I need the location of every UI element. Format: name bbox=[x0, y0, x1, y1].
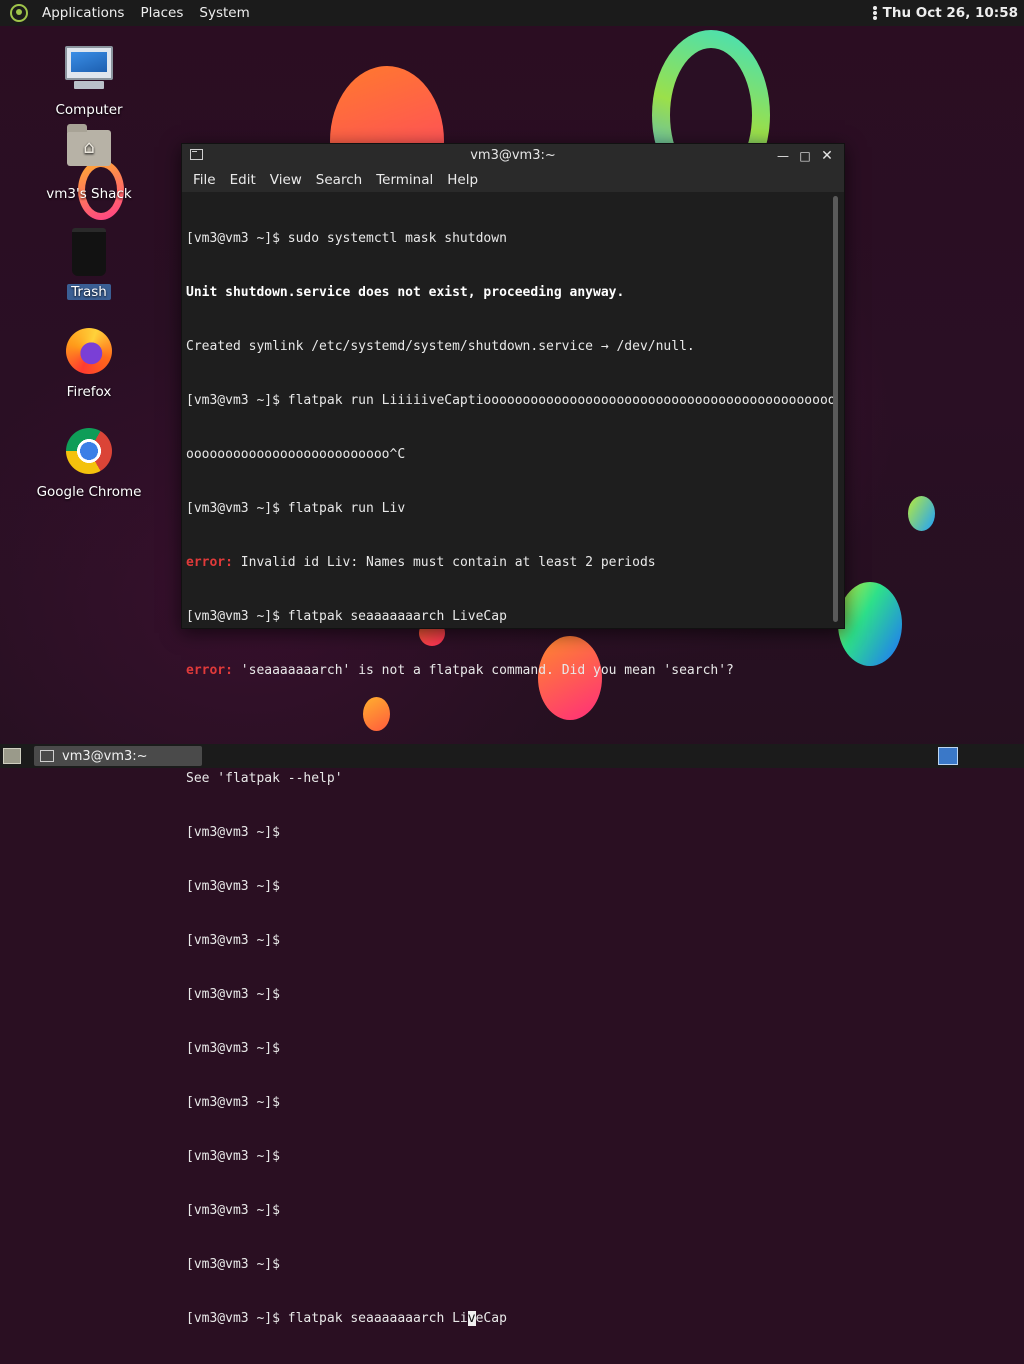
panel-tray: Thu Oct 26, 10:58 bbox=[872, 0, 1018, 26]
menu-file[interactable]: File bbox=[186, 172, 223, 188]
desktop-icon-label: Computer bbox=[55, 102, 123, 118]
desktop-icon-trash[interactable]: Trash bbox=[34, 226, 144, 300]
error-prefix: error: bbox=[186, 663, 233, 678]
terminal-line: [vm3@vm3 ~]$ bbox=[186, 1041, 280, 1056]
terminal-line: error: Invalid id Liv: Names must contai… bbox=[186, 555, 656, 570]
terminal-line: [vm3@vm3 ~]$ flatpak run LiiiiiveCaptioo… bbox=[186, 393, 836, 408]
home-folder-icon: ⌂ bbox=[64, 124, 114, 180]
desktop-icon-label: Google Chrome bbox=[36, 484, 142, 500]
terminal-line: [vm3@vm3 ~]$ flatpak seaaaaaaarch LiveCa… bbox=[186, 609, 507, 624]
chrome-icon bbox=[64, 428, 114, 478]
computer-icon bbox=[64, 46, 114, 96]
minimize-button[interactable]: — bbox=[774, 147, 792, 165]
terminal-icon bbox=[40, 750, 54, 762]
terminal-line: See 'flatpak --help' bbox=[186, 771, 343, 786]
menu-search[interactable]: Search bbox=[309, 172, 369, 188]
terminal-line: [vm3@vm3 ~]$ bbox=[186, 1203, 280, 1218]
maximize-button[interactable]: □ bbox=[796, 147, 814, 165]
terminal-line: [vm3@vm3 ~]$ bbox=[186, 1149, 280, 1164]
terminal-line: [vm3@vm3 ~]$ sudo systemctl mask shutdow… bbox=[186, 231, 507, 246]
terminal-titlebar[interactable]: vm3@vm3:~ — □ ✕ bbox=[182, 144, 844, 168]
terminal-line: [vm3@vm3 ~]$ bbox=[186, 825, 280, 840]
distro-logo-icon[interactable] bbox=[10, 4, 28, 22]
top-panel: Applications Places System Thu Oct 26, 1… bbox=[0, 0, 1024, 26]
menu-applications[interactable]: Applications bbox=[34, 5, 132, 21]
close-button[interactable]: ✕ bbox=[818, 147, 836, 165]
terminal-scrollbar[interactable] bbox=[833, 196, 838, 622]
terminal-output[interactable]: [vm3@vm3 ~]$ sudo systemctl mask shutdow… bbox=[182, 192, 836, 1326]
terminal-line: [vm3@vm3 ~]$ bbox=[186, 933, 280, 948]
menu-terminal[interactable]: Terminal bbox=[369, 172, 440, 188]
desktop-icon-label: Trash bbox=[67, 284, 111, 300]
desktop-icon-computer[interactable]: Computer bbox=[34, 46, 144, 118]
panel-handle-icon[interactable] bbox=[872, 6, 877, 20]
terminal-menubar: File Edit View Search Terminal Help bbox=[182, 168, 844, 192]
menu-system[interactable]: System bbox=[191, 5, 257, 21]
terminal-line: [vm3@vm3 ~]$ flatpak run Liv bbox=[186, 501, 406, 516]
terminal-input-line[interactable]: [vm3@vm3 ~]$ flatpak seaaaaaaarch LiveCa… bbox=[186, 1310, 828, 1328]
window-title: vm3@vm3:~ bbox=[470, 148, 556, 163]
decorative-green-blob-small bbox=[908, 496, 935, 531]
terminal-line: Unit shutdown.service does not exist, pr… bbox=[186, 285, 625, 300]
terminal-line: [vm3@vm3 ~]$ bbox=[186, 1257, 280, 1272]
terminal-window[interactable]: vm3@vm3:~ — □ ✕ File Edit View Search Te… bbox=[181, 143, 845, 1326]
show-desktop-icon[interactable] bbox=[3, 748, 21, 764]
clock[interactable]: Thu Oct 26, 10:58 bbox=[883, 5, 1018, 21]
workspace-switcher[interactable] bbox=[938, 747, 958, 765]
desktop-icon-label: Firefox bbox=[66, 384, 112, 400]
bottom-panel: vm3@vm3:~ bbox=[0, 744, 1024, 768]
menu-edit[interactable]: Edit bbox=[223, 172, 263, 188]
terminal-line: [vm3@vm3 ~]$ bbox=[186, 879, 280, 894]
desktop-icon-label: vm3's Shack bbox=[46, 186, 132, 202]
terminal-line: oooooooooooooooooooooooooo^C bbox=[186, 447, 406, 462]
taskbar-window-label: vm3@vm3:~ bbox=[62, 748, 148, 764]
menu-view[interactable]: View bbox=[263, 172, 309, 188]
decorative-green-blob bbox=[838, 582, 902, 666]
desktop-icon-firefox[interactable]: Firefox bbox=[34, 326, 144, 400]
terminal-line: [vm3@vm3 ~]$ bbox=[186, 1095, 280, 1110]
firefox-icon bbox=[64, 328, 114, 378]
menu-help[interactable]: Help bbox=[440, 172, 485, 188]
terminal-line: error: 'seaaaaaaarch' is not a flatpak c… bbox=[186, 663, 734, 678]
desktop-icon-home[interactable]: ⌂ vm3's Shack bbox=[34, 124, 144, 202]
error-prefix: error: bbox=[186, 555, 233, 570]
taskbar-window-button[interactable]: vm3@vm3:~ bbox=[34, 746, 202, 766]
terminal-line: Created symlink /etc/systemd/system/shut… bbox=[186, 339, 695, 354]
menu-places[interactable]: Places bbox=[132, 5, 191, 21]
terminal-line: [vm3@vm3 ~]$ bbox=[186, 987, 280, 1002]
desktop-icon-chrome[interactable]: Google Chrome bbox=[34, 426, 144, 500]
trash-icon bbox=[64, 228, 114, 278]
text-cursor: v bbox=[467, 1311, 476, 1326]
